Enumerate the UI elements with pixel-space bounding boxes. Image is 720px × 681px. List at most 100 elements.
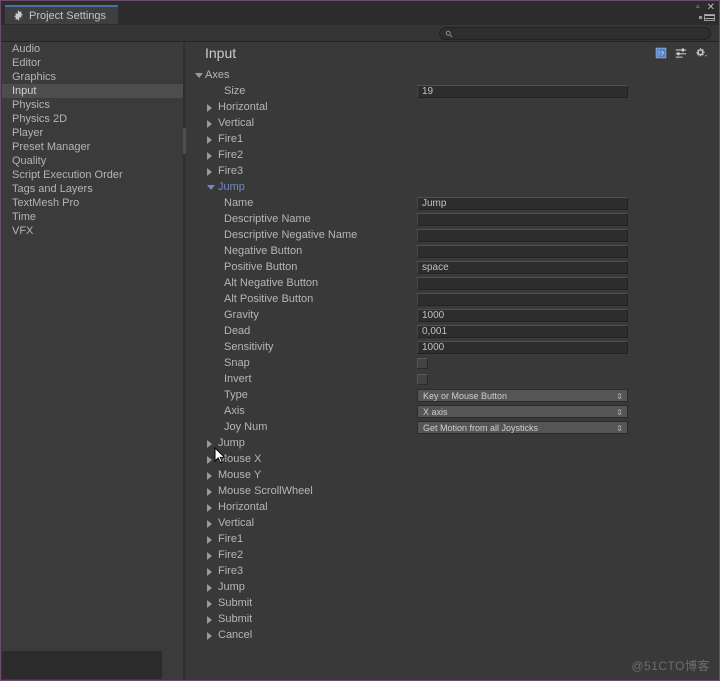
chevron-down-icon[interactable]	[195, 73, 203, 78]
chevron-right-icon[interactable]	[207, 136, 212, 144]
sidebar-item-input[interactable]: Input	[2, 84, 184, 98]
property-row-name[interactable]: Name Jump	[186, 196, 719, 212]
tree-node-vertical[interactable]: Vertical	[186, 116, 719, 132]
row-label: Axis	[224, 405, 245, 417]
chevron-right-icon[interactable]	[207, 440, 212, 448]
chevron-right-icon[interactable]	[207, 600, 212, 608]
property-row-descriptive-negative-name[interactable]: Descriptive Negative Name	[186, 228, 719, 244]
chevron-right-icon[interactable]	[207, 504, 212, 512]
text-input[interactable]	[417, 229, 628, 242]
sidebar-item-editor[interactable]: Editor	[2, 56, 184, 70]
property-row-dead[interactable]: Dead 0,001	[186, 324, 719, 340]
text-input[interactable]	[417, 293, 628, 306]
panel-splitter[interactable]	[183, 42, 186, 680]
sidebar-item-audio[interactable]: Audio	[2, 42, 184, 56]
sidebar-item-script-execution-order[interactable]: Script Execution Order	[2, 168, 184, 182]
panel-menu-icon[interactable]	[699, 14, 715, 21]
tree-node-fire1[interactable]: Fire1	[186, 132, 719, 148]
chevron-right-icon[interactable]	[207, 584, 212, 592]
sidebar-item-graphics[interactable]: Graphics	[2, 70, 184, 84]
sidebar-item-physics[interactable]: Physics	[2, 98, 184, 112]
property-row-descriptive-name[interactable]: Descriptive Name	[186, 212, 719, 228]
property-row-sensitivity[interactable]: Sensitivity 1000	[186, 340, 719, 356]
text-input[interactable]: 1000	[417, 309, 628, 322]
row-label: Fire2	[218, 549, 244, 561]
tree-node-horizontal[interactable]: Horizontal	[186, 500, 719, 516]
text-input[interactable]: 0,001	[417, 325, 628, 338]
text-input[interactable]	[417, 277, 628, 290]
sidebar-item-vfx[interactable]: VFX	[2, 224, 184, 238]
chevron-down-icon[interactable]	[207, 185, 215, 190]
tree-node-jump-expanded[interactable]: Jump	[186, 180, 719, 196]
chevron-right-icon[interactable]	[207, 520, 212, 528]
chevron-right-icon[interactable]	[207, 472, 212, 480]
dropdown-select[interactable]: Get Motion from all Joysticks ⇳	[417, 421, 628, 434]
tree-node-vertical[interactable]: Vertical	[186, 516, 719, 532]
property-row-alt-negative-button[interactable]: Alt Negative Button	[186, 276, 719, 292]
tree-node-cancel[interactable]: Cancel	[186, 628, 719, 644]
sidebar-item-quality[interactable]: Quality	[2, 154, 184, 168]
tree-node-horizontal[interactable]: Horizontal	[186, 100, 719, 116]
property-row-joy-num[interactable]: Joy Num Get Motion from all Joysticks ⇳	[186, 420, 719, 436]
dropdown-select[interactable]: Key or Mouse Button ⇳	[417, 389, 628, 402]
checkbox[interactable]	[417, 374, 428, 385]
chevron-right-icon[interactable]	[207, 152, 212, 160]
chevron-right-icon[interactable]	[207, 456, 212, 464]
text-input[interactable]	[417, 245, 628, 258]
preset-icon[interactable]	[675, 47, 687, 59]
tree-node-fire3[interactable]: Fire3	[186, 164, 719, 180]
search-input[interactable]	[453, 28, 710, 39]
sidebar-item-physics-2d[interactable]: Physics 2D	[2, 112, 184, 126]
chevron-right-icon[interactable]	[207, 616, 212, 624]
checkbox[interactable]	[417, 358, 428, 369]
tree-node-fire2[interactable]: Fire2	[186, 548, 719, 564]
tree-node-mouse-y[interactable]: Mouse Y	[186, 468, 719, 484]
property-row-type[interactable]: Type Key or Mouse Button ⇳	[186, 388, 719, 404]
size-input[interactable]: 19	[417, 85, 628, 98]
tree-node-jump[interactable]: Jump	[186, 436, 719, 452]
property-row-snap[interactable]: Snap	[186, 356, 719, 372]
tree-node-mouse-x[interactable]: Mouse X	[186, 452, 719, 468]
tree-node-fire2[interactable]: Fire2	[186, 148, 719, 164]
close-icon[interactable]: ✕	[707, 3, 715, 13]
chevron-right-icon[interactable]	[207, 632, 212, 640]
property-row-axis[interactable]: Axis X axis ⇳	[186, 404, 719, 420]
text-input[interactable]: space	[417, 261, 628, 274]
chevron-right-icon[interactable]	[207, 536, 212, 544]
main-toolbar: ?	[655, 47, 708, 59]
text-input[interactable]: Jump	[417, 197, 628, 210]
sidebar-item-time[interactable]: Time	[2, 210, 184, 224]
dropdown-select[interactable]: X axis ⇳	[417, 405, 628, 418]
tree-node-axes[interactable]: Axes	[186, 68, 719, 84]
help-icon[interactable]: ?	[655, 47, 667, 59]
tree-node-fire1[interactable]: Fire1	[186, 532, 719, 548]
row-label: Submit	[218, 597, 253, 609]
chevron-right-icon[interactable]	[207, 488, 212, 496]
sidebar-item-tags-and-layers[interactable]: Tags and Layers	[2, 182, 184, 196]
chevron-right-icon[interactable]	[207, 104, 212, 112]
sidebar-item-player[interactable]: Player	[2, 126, 184, 140]
settings-gear-icon[interactable]	[695, 47, 708, 59]
chevron-right-icon[interactable]	[207, 552, 212, 560]
text-input[interactable]	[417, 213, 628, 226]
tree-node-submit[interactable]: Submit	[186, 596, 719, 612]
property-row-gravity[interactable]: Gravity 1000	[186, 308, 719, 324]
row-size[interactable]: Size 19	[186, 84, 719, 100]
tree-node-fire3[interactable]: Fire3	[186, 564, 719, 580]
chevron-right-icon[interactable]	[207, 168, 212, 176]
search-field[interactable]	[439, 27, 711, 40]
property-row-positive-button[interactable]: Positive Button space	[186, 260, 719, 276]
sidebar-item-preset-manager[interactable]: Preset Manager	[2, 140, 184, 154]
tree-node-submit[interactable]: Submit	[186, 612, 719, 628]
maximize-icon[interactable]: ▫	[696, 3, 700, 13]
tree-node-mouse-scrollwheel[interactable]: Mouse ScrollWheel	[186, 484, 719, 500]
property-row-invert[interactable]: Invert	[186, 372, 719, 388]
property-row-alt-positive-button[interactable]: Alt Positive Button	[186, 292, 719, 308]
property-row-negative-button[interactable]: Negative Button	[186, 244, 719, 260]
sidebar-item-textmesh-pro[interactable]: TextMesh Pro	[2, 196, 184, 210]
chevron-right-icon[interactable]	[207, 568, 212, 576]
text-input[interactable]: 1000	[417, 341, 628, 354]
chevron-right-icon[interactable]	[207, 120, 212, 128]
tab-project-settings[interactable]: Project Settings	[5, 5, 119, 24]
tree-node-jump[interactable]: Jump	[186, 580, 719, 596]
